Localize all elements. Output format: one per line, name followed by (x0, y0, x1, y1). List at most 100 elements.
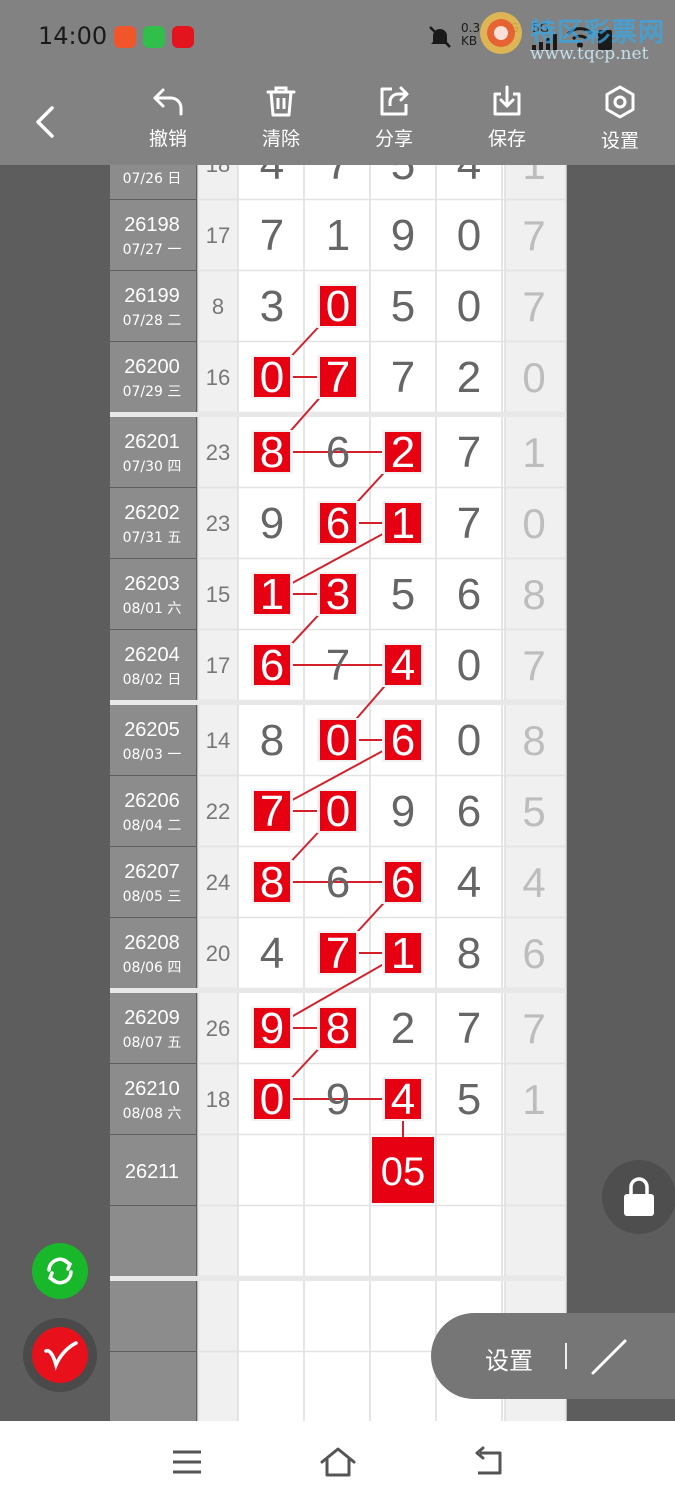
sum-value: 22 (206, 799, 230, 824)
tail-value: 1 (522, 1076, 545, 1123)
digit-value: 1 (391, 499, 415, 548)
issue-date: 08/08 六 (123, 1106, 182, 1122)
pill-divider (565, 1343, 567, 1369)
lottery-trend-grid[interactable]: 07/26 日1812619807/27 一1772619907/28 二872… (0, 0, 675, 1500)
issue-number: 26198 (124, 214, 180, 236)
group-divider (110, 1276, 566, 1281)
tail-value: 6 (522, 930, 545, 977)
save-label: 保存 (487, 128, 526, 150)
digit-value: 0 (260, 1075, 284, 1124)
issue-date: 08/04 二 (123, 818, 182, 834)
digit-value: 6 (326, 428, 350, 477)
lock-button[interactable] (602, 1160, 675, 1234)
digit-value: 2 (391, 428, 415, 477)
tail-value: 7 (522, 642, 545, 689)
digit-value: 4 (391, 641, 415, 690)
digit-value: 4 (260, 929, 284, 978)
tail-value: 0 (522, 354, 545, 401)
undo-icon (153, 88, 183, 116)
undo-label: 撤销 (148, 128, 187, 150)
pen-button[interactable] (32, 1327, 88, 1383)
sum-value: 14 (206, 728, 230, 753)
digit-value: 0 (326, 716, 350, 765)
digit-value: 7 (326, 641, 350, 690)
tail-value: 5 (522, 788, 545, 835)
back-icon[interactable] (470, 1445, 506, 1479)
issue-date: 07/28 二 (123, 313, 182, 329)
clock: 14:00 (38, 22, 108, 50)
settings-button[interactable]: 设置 (580, 84, 660, 160)
digit-value: 4 (457, 858, 481, 907)
sum-value: 17 (206, 653, 230, 678)
clear-button[interactable]: 清除 (241, 84, 321, 160)
digit-value: 9 (260, 499, 284, 548)
digit-value: 3 (260, 282, 284, 331)
prediction-label: 05 (381, 1150, 426, 1194)
sum-value: 15 (206, 582, 230, 607)
digit-value: 6 (326, 499, 350, 548)
digit-value: 8 (457, 929, 481, 978)
digit-value: 8 (260, 716, 284, 765)
pen-icon (44, 1341, 78, 1371)
issue-date: 07/27 一 (123, 242, 182, 258)
issue-number: 26204 (124, 644, 180, 666)
digit-value: 5 (457, 1075, 481, 1124)
lock-icon (624, 1177, 654, 1216)
menu-icon[interactable] (170, 1447, 204, 1477)
line-tool-icon[interactable] (587, 1335, 631, 1379)
issue-date: 07/26 日 (123, 171, 182, 187)
save-button[interactable]: 保存 (467, 84, 547, 160)
issue-date: 08/02 日 (123, 672, 182, 688)
sum-value: 20 (206, 941, 230, 966)
sum-value: 24 (206, 870, 230, 895)
issue-number: 26202 (124, 502, 180, 524)
issue-number: 26210 (124, 1078, 180, 1100)
digit-value: 7 (326, 353, 350, 402)
share-button[interactable]: 分享 (354, 84, 434, 160)
digit-value: 9 (391, 211, 415, 260)
watermark: 特区彩票网 www.tqcp.net (478, 8, 675, 68)
digit-value: 3 (326, 570, 350, 619)
issue-number: 26200 (124, 356, 180, 378)
play-app-icon (143, 26, 165, 48)
video-app-icon (114, 26, 136, 48)
digit-value: 1 (326, 211, 350, 260)
back-button[interactable] (26, 102, 66, 142)
digit-value: 5 (391, 282, 415, 331)
settings-pill[interactable]: 设置 (431, 1313, 675, 1399)
digit-value: 4 (391, 1075, 415, 1124)
download-icon (493, 85, 521, 116)
mute-bell-icon (429, 26, 451, 48)
issue-cell (110, 1281, 196, 1351)
home-icon[interactable] (319, 1445, 357, 1479)
issue-number: 26199 (124, 285, 180, 307)
tail-value: 1 (522, 429, 545, 476)
issue-number: 26208 (124, 932, 180, 954)
digit-value: 2 (391, 1004, 415, 1053)
digit-value: 9 (260, 1004, 284, 1053)
digit-value: 7 (457, 499, 481, 548)
issue-date: 08/01 六 (123, 601, 182, 617)
sum-value: 26 (206, 1016, 230, 1041)
watermark-logo-icon (480, 12, 522, 54)
tail-value: 8 (522, 571, 545, 618)
group-divider (110, 700, 566, 705)
navigation-bar (0, 1421, 675, 1500)
issue-date: 08/07 五 (123, 1035, 182, 1051)
digit-value: 8 (326, 1004, 350, 1053)
clear-label: 清除 (261, 128, 300, 150)
refresh-button[interactable] (32, 1243, 88, 1299)
settings-pill-label: 设置 (485, 1347, 533, 1375)
undo-button[interactable]: 撤销 (128, 84, 208, 160)
sum-value: 23 (206, 511, 230, 536)
digit-value: 1 (391, 929, 415, 978)
tail-value: 4 (522, 859, 545, 906)
group-divider (110, 412, 566, 417)
digit-value: 0 (260, 353, 284, 402)
net-speed-unit: KB (461, 34, 478, 48)
sum-value: 23 (206, 440, 230, 465)
refresh-icon (47, 1257, 73, 1285)
issue-date: 08/06 四 (123, 960, 182, 976)
issue-number: 26201 (124, 431, 180, 453)
issue-number: 26209 (124, 1007, 180, 1029)
